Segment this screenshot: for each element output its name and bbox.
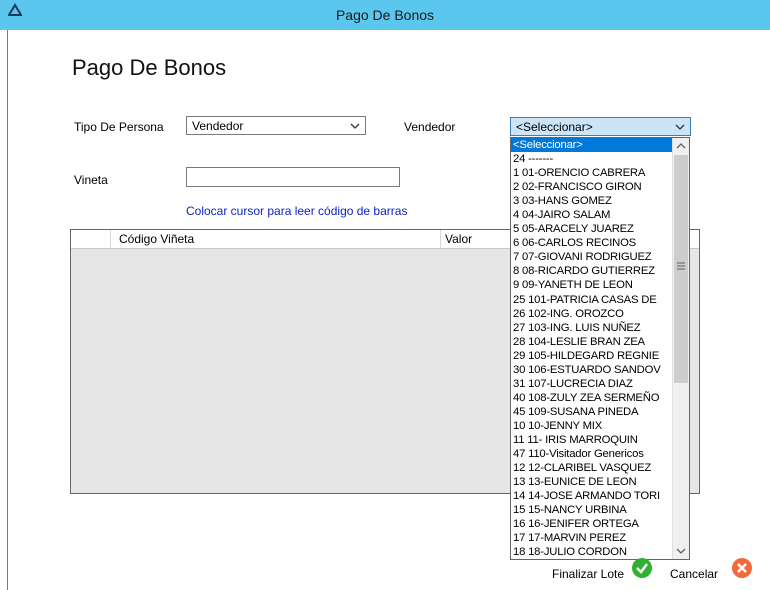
finalizar-lote-label[interactable]: Finalizar Lote <box>552 567 624 581</box>
chevron-down-icon <box>350 123 360 129</box>
barcode-hint: Colocar cursor para leer código de barra… <box>186 204 408 218</box>
dropdown-item[interactable]: 9 09-YANETH DE LEON <box>511 278 673 292</box>
vendedor-dropdown-list[interactable]: <Seleccionar> 24 ------- 1 01-ORENCIO CABR… <box>510 137 690 560</box>
dropdown-item[interactable]: 17 17-MARVIN PEREZ <box>511 531 673 545</box>
dropdown-item[interactable]: 26 102-ING. OROZCO <box>511 307 673 321</box>
vineta-input[interactable] <box>186 167 400 187</box>
dropdown-item[interactable]: <Seleccionar> <box>511 138 673 153</box>
scroll-up-icon[interactable] <box>673 138 689 154</box>
dropdown-item[interactable]: 31 107-LUCRECIA DIAZ <box>511 377 673 391</box>
dropdown-item[interactable]: 5 05-ARACELY JUAREZ <box>511 222 673 236</box>
checkmark-icon[interactable] <box>631 557 653 579</box>
dropdown-item[interactable]: 24 ------- <box>511 152 673 166</box>
dropdown-item[interactable]: 2 02-FRANCISCO GIRON <box>511 180 673 194</box>
vendedor-select[interactable]: <Seleccionar> <box>510 117 691 136</box>
tipo-persona-select[interactable]: Vendedor <box>186 116 366 135</box>
dropdown-item[interactable]: 10 10-JENNY MIX <box>511 419 673 433</box>
cancelar-label[interactable]: Cancelar <box>670 567 718 581</box>
dropdown-item[interactable]: 40 108-ZULY ZEA SERMEÑO <box>511 391 673 405</box>
dropdown-item[interactable]: 45 109-SUSANA PINEDA <box>511 405 673 419</box>
dropdown-item[interactable]: 12 12-CLARIBEL VASQUEZ <box>511 461 673 475</box>
dropdown-item[interactable]: 1 01-ORENCIO CABRERA <box>511 166 673 180</box>
scroll-thumb[interactable] <box>674 155 688 383</box>
dropdown-items: <Seleccionar> 24 ------- 1 01-ORENCIO CABR… <box>511 138 673 559</box>
close-icon[interactable] <box>731 557 753 579</box>
dropdown-item[interactable]: 14 14-JOSE ARMANDO TORI <box>511 489 673 503</box>
grid-header-rowselector <box>71 230 111 248</box>
dropdown-item[interactable]: 13 13-EUNICE DE LEON <box>511 475 673 489</box>
dropdown-item[interactable]: 4 04-JAIRO SALAM <box>511 208 673 222</box>
title-bar: Pago De Bonos <box>0 0 770 30</box>
dropdown-item[interactable]: 30 106-ESTUARDO SANDOV <box>511 363 673 377</box>
grip-icon <box>677 262 685 270</box>
window-title: Pago De Bonos <box>335 7 435 23</box>
vineta-label: Vineta <box>74 173 108 187</box>
tipo-persona-label: Tipo De Persona <box>74 120 164 134</box>
dropdown-item[interactable]: 29 105-HILDEGARD REGNIE <box>511 349 673 363</box>
vendedor-value: <Seleccionar> <box>516 120 593 134</box>
dropdown-item[interactable]: 47 110-Visitador Genericos <box>511 447 673 461</box>
dropdown-scrollbar[interactable] <box>672 138 689 559</box>
dropdown-item[interactable]: 28 104-LESLIE BRAN ZEA <box>511 335 673 349</box>
grid-header-codigo[interactable]: Código Viñeta <box>111 230 441 248</box>
dropdown-item[interactable]: 25 101-PATRICIA CASAS DE <box>511 293 673 307</box>
dropdown-item[interactable]: 6 06-CARLOS RECINOS <box>511 236 673 250</box>
dropdown-item[interactable]: 3 03-HANS GOMEZ <box>511 194 673 208</box>
chevron-down-icon <box>675 124 685 130</box>
dropdown-item[interactable]: 8 08-RICARDO GUTIERREZ <box>511 264 673 278</box>
page-title: Pago De Bonos <box>72 55 227 80</box>
vendedor-label: Vendedor <box>404 120 456 134</box>
dropdown-item[interactable]: 11 11- IRIS MARROQUIN <box>511 433 673 447</box>
dropdown-item[interactable]: 27 103-ING. LUIS NUÑEZ <box>511 321 673 335</box>
dropdown-item[interactable]: 16 16-JENIFER ORTEGA <box>511 517 673 531</box>
window-border <box>7 30 8 590</box>
dropdown-item[interactable]: 7 07-GIOVANI RODRIGUEZ <box>511 250 673 264</box>
tipo-persona-value: Vendedor <box>192 119 244 133</box>
dropdown-item[interactable]: 15 15-NANCY URBINA <box>511 503 673 517</box>
scroll-down-icon[interactable] <box>673 543 689 559</box>
